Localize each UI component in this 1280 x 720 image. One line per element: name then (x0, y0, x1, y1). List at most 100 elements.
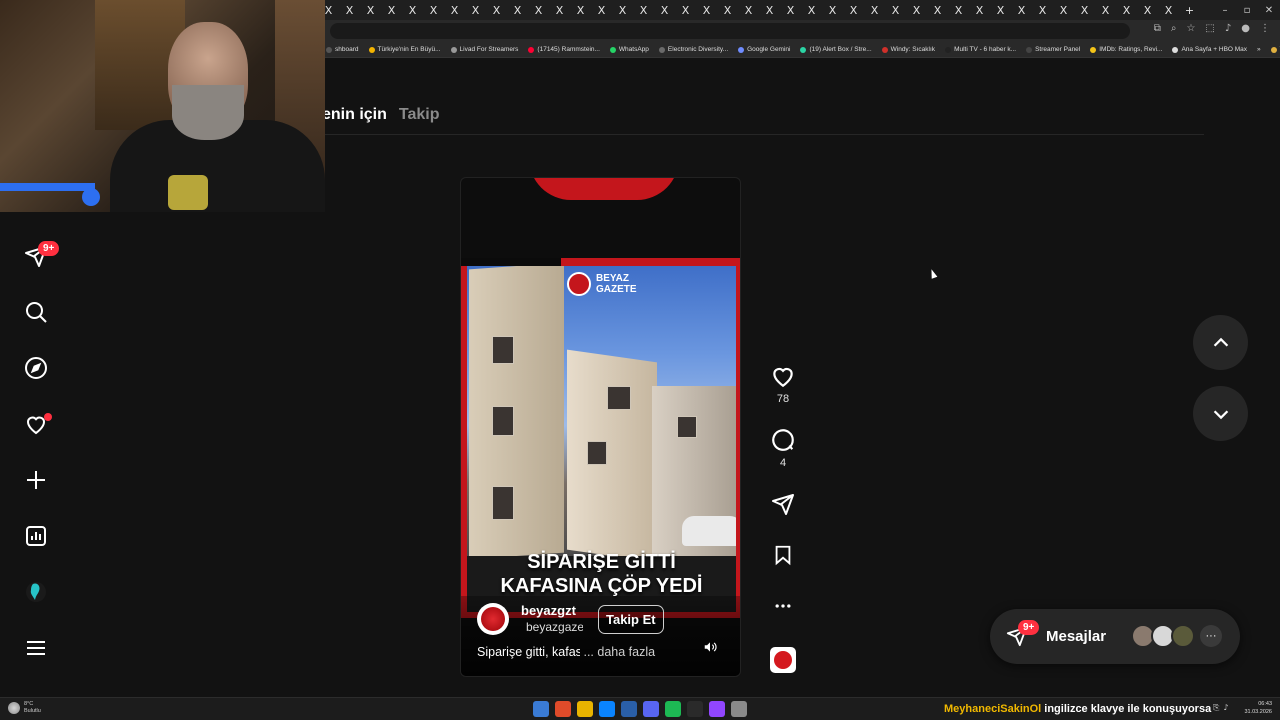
create-icon[interactable] (22, 466, 50, 494)
clock[interactable]: 06:43 31.03.2026 (1242, 700, 1272, 716)
profile-icon[interactable] (22, 578, 50, 606)
tab-close-icon[interactable]: X (990, 4, 1011, 17)
bookmark-item[interactable]: IMDb: Ratings, Revi... (1090, 46, 1162, 53)
author-username[interactable]: beyazgzt (521, 603, 576, 618)
explore-icon[interactable] (22, 354, 50, 382)
tab-close-icon[interactable]: X (675, 4, 696, 17)
bookmark-item[interactable]: Windy: Sıcaklık (881, 46, 935, 53)
bookmark-icon[interactable] (772, 543, 794, 567)
taskbar-app-icon[interactable] (687, 701, 703, 717)
tab-close-icon[interactable]: X (696, 4, 717, 17)
more-dots-icon[interactable] (773, 596, 793, 616)
share-icon[interactable] (771, 492, 795, 516)
next-reel-button[interactable] (1193, 386, 1248, 441)
tab-close-icon[interactable]: X (948, 4, 969, 17)
minimize-button[interactable]: – (1214, 5, 1236, 16)
bookmark-item[interactable]: » (1257, 46, 1261, 53)
tab-close-icon[interactable]: X (444, 4, 465, 17)
tab-close-icon[interactable]: X (822, 4, 843, 17)
address-field[interactable] (330, 23, 1130, 39)
tab-close-icon[interactable]: X (843, 4, 864, 17)
taskbar-app-icon[interactable] (555, 701, 571, 717)
tab-close-icon[interactable]: X (528, 4, 549, 17)
more-options-action[interactable] (768, 596, 798, 616)
taskbar-app-icon[interactable] (621, 701, 637, 717)
tab-close-icon[interactable]: X (1011, 4, 1032, 17)
contact-avatar[interactable] (1171, 624, 1195, 648)
bookmark-star-icon[interactable]: ☆ (1186, 23, 1195, 34)
search-icon[interactable] (22, 298, 50, 326)
menu-icon[interactable]: ⋮ (1260, 23, 1270, 34)
tab-close-icon[interactable]: X (864, 4, 885, 17)
tab-close-icon[interactable]: X (780, 4, 801, 17)
heart-icon[interactable] (770, 363, 796, 389)
taskbar-app-icon[interactable] (665, 701, 681, 717)
tab-close-icon[interactable]: X (654, 4, 675, 17)
tab-close-icon[interactable]: X (360, 4, 381, 17)
tab-close-icon[interactable]: X (969, 4, 990, 17)
more-contacts-icon[interactable]: ··· (1200, 625, 1222, 647)
profile-icon[interactable]: ● (1241, 23, 1250, 34)
tab-close-icon[interactable]: X (738, 4, 759, 17)
tab-close-icon[interactable]: X (759, 4, 780, 17)
media-icon[interactable]: ♪ (1225, 23, 1231, 34)
new-tab-button[interactable]: + (1179, 4, 1200, 17)
bookmark-item[interactable]: shboard (326, 46, 359, 53)
extensions-icon[interactable]: ⬚ (1205, 23, 1214, 34)
messages-panel-button[interactable]: 9+ Mesajlar ··· (990, 609, 1240, 664)
maximize-button[interactable]: ▫ (1236, 5, 1258, 16)
tab-close-icon[interactable]: X (927, 4, 948, 17)
bookmark-item[interactable]: Livad For Streamers (450, 46, 518, 53)
author-avatar[interactable] (477, 603, 509, 635)
caption-more-link[interactable]: ... daha fazla (583, 645, 655, 659)
network-icon[interactable]: ⎘ (1213, 703, 1219, 713)
bookmark-item[interactable]: WhatsApp (609, 46, 649, 53)
zoom-icon[interactable]: ⌕ (1171, 23, 1177, 34)
tab-close-icon[interactable]: X (549, 4, 570, 17)
tab-close-icon[interactable]: X (1053, 4, 1074, 17)
tab-close-icon[interactable]: X (423, 4, 444, 17)
tab-close-icon[interactable]: X (717, 4, 738, 17)
taskbar-app-icon[interactable] (643, 701, 659, 717)
taskbar-app-icon[interactable] (709, 701, 725, 717)
bookmark-item[interactable]: Tüm Yer İşaretleri (1270, 46, 1280, 53)
install-icon[interactable]: ⧉ (1154, 23, 1161, 34)
bookmark-item[interactable]: Multi TV - 6 haber k... (945, 46, 1016, 53)
bookmark-item[interactable]: (19) Alert Box / Stre... (800, 46, 872, 53)
dashboard-icon[interactable] (22, 522, 50, 550)
previous-reel-button[interactable] (1193, 315, 1248, 370)
tab-close-icon[interactable]: X (591, 4, 612, 17)
taskbar-app-icon[interactable] (731, 701, 747, 717)
author-display-name[interactable]: beyazgazete (521, 620, 583, 634)
tab-close-icon[interactable]: X (1095, 4, 1116, 17)
tab-close-icon[interactable]: X (1032, 4, 1053, 17)
follow-button[interactable]: Takip Et (598, 605, 664, 634)
weather-widget[interactable]: 8°C Bulutlu (8, 701, 41, 715)
tab-close-icon[interactable]: X (381, 4, 402, 17)
more-menu-icon[interactable] (22, 634, 50, 662)
like-action[interactable]: 78 (768, 363, 798, 405)
bookmark-item[interactable]: Streamer Panel (1026, 46, 1080, 53)
comment-icon[interactable] (770, 427, 796, 453)
tab-close-icon[interactable]: X (612, 4, 633, 17)
audio-source-avatar[interactable] (770, 647, 796, 673)
comment-action[interactable]: 4 (768, 427, 798, 469)
bookmark-item[interactable]: Electronic Diversity... (658, 46, 728, 53)
bookmark-item[interactable]: Google Gemini (738, 46, 790, 53)
taskbar-app-icon[interactable] (577, 701, 593, 717)
tab-close-icon[interactable]: X (906, 4, 927, 17)
taskbar-app-icon[interactable] (533, 701, 549, 717)
tab-close-icon[interactable]: X (507, 4, 528, 17)
reel-video[interactable]: BEYAZ GAZETE SİPARİŞE GİTTİ KAFASINA ÇÖP… (460, 177, 741, 677)
tab-close-icon[interactable]: X (633, 4, 654, 17)
save-action[interactable] (768, 543, 798, 567)
bookmark-item[interactable]: (17145) Rammstein... (528, 46, 600, 53)
tab-close-icon[interactable]: X (465, 4, 486, 17)
tab-close-icon[interactable]: X (1074, 4, 1095, 17)
tab-close-icon[interactable]: X (1116, 4, 1137, 17)
taskbar-app-icon[interactable] (599, 701, 615, 717)
share-action[interactable] (768, 492, 798, 516)
tab-close-icon[interactable]: X (1137, 4, 1158, 17)
close-window-button[interactable]: ✕ (1258, 5, 1280, 16)
bookmark-item[interactable]: Türkiye'nin En Büyü... (368, 46, 441, 53)
